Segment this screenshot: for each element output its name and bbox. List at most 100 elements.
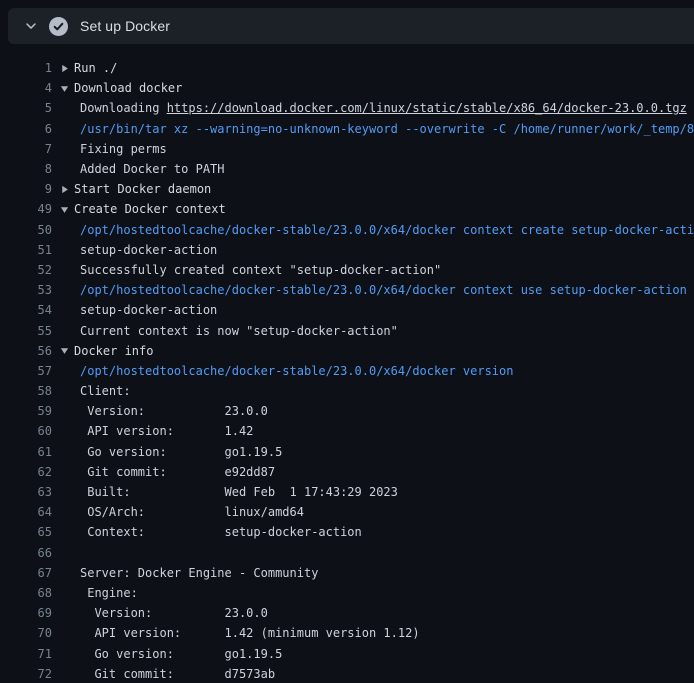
log-line-content: Client:: [60, 384, 694, 398]
group-title: Download docker: [74, 81, 182, 95]
log-row: 68 Engine:: [0, 583, 694, 603]
log-text: Successfully created context "setup-dock…: [80, 263, 441, 277]
log-text: Built: Wed Feb 1 17:43:29 2023: [80, 485, 398, 499]
log-text: OS/Arch: linux/amd64: [80, 505, 304, 519]
log-line-content: Context: setup-docker-action: [60, 525, 694, 539]
line-number-link[interactable]: 67: [0, 566, 52, 580]
log-row: 67 Server: Docker Engine - Community: [0, 563, 694, 583]
line-number-link[interactable]: 51: [0, 243, 52, 257]
log-line-content: Successfully created context "setup-dock…: [60, 263, 694, 277]
line-number-link[interactable]: 59: [0, 404, 52, 418]
log-row: 54 setup-docker-action: [0, 300, 694, 320]
line-number-link[interactable]: 69: [0, 606, 52, 620]
log-group-row[interactable]: 1 Run ./: [0, 58, 694, 78]
log-text: setup-docker-action: [80, 243, 217, 257]
line-number-link[interactable]: 1: [0, 61, 52, 75]
log-text: Downloading: [80, 101, 167, 115]
line-number-link[interactable]: 71: [0, 647, 52, 661]
log-group-row[interactable]: 9 Start Docker daemon: [0, 179, 694, 199]
line-number-link[interactable]: 61: [0, 445, 52, 459]
log-line-content: Engine:: [60, 586, 694, 600]
line-number-link[interactable]: 72: [0, 667, 52, 681]
log-row: 71 Go version: go1.19.5: [0, 643, 694, 663]
log-command-text: /opt/hostedtoolcache/docker-stable/23.0.…: [80, 364, 513, 378]
log-row: 61 Go version: go1.19.5: [0, 442, 694, 462]
line-number-link[interactable]: 8: [0, 162, 52, 176]
log-area: 1 Run ./ 4 Download docker 5 Downloading http…: [0, 44, 694, 683]
log-group-row[interactable]: 56 Docker info: [0, 341, 694, 361]
line-number-link[interactable]: 5: [0, 101, 52, 115]
log-row: 63 Built: Wed Feb 1 17:43:29 2023: [0, 482, 694, 502]
group-title: Start Docker daemon: [74, 182, 211, 196]
line-number-link[interactable]: 70: [0, 626, 52, 640]
log-row: 50/opt/hostedtoolcache/docker-stable/23.…: [0, 220, 694, 240]
log-text: Git commit: d7573ab: [80, 667, 275, 681]
log-text: Engine:: [80, 586, 138, 600]
triangle-right-icon[interactable]: [60, 185, 74, 194]
log-row: 64 OS/Arch: linux/amd64: [0, 502, 694, 522]
triangle-down-icon[interactable]: [60, 205, 74, 214]
line-number-link[interactable]: 66: [0, 546, 52, 560]
log-line-content: /opt/hostedtoolcache/docker-stable/23.0.…: [60, 364, 694, 378]
log-row: 58 Client:: [0, 381, 694, 401]
log-line-content: API version: 1.42: [60, 424, 694, 438]
line-number-link[interactable]: 53: [0, 283, 52, 297]
log-line-content: Download docker: [60, 81, 694, 95]
line-number-link[interactable]: 4: [0, 81, 52, 95]
log-text: Go version: go1.19.5: [80, 647, 282, 661]
group-title: Run ./: [74, 61, 117, 75]
triangle-down-icon[interactable]: [60, 346, 74, 355]
chevron-down-icon[interactable]: [18, 19, 44, 33]
log-command-text: /usr/bin/tar xz --warning=no-unknown-key…: [80, 122, 694, 136]
log-group-row[interactable]: 4 Download docker: [0, 78, 694, 98]
log-line-content: Go version: go1.19.5: [60, 647, 694, 661]
log-line-content: Server: Docker Engine - Community: [60, 566, 694, 580]
log-row: 65 Context: setup-docker-action: [0, 522, 694, 542]
triangle-right-icon[interactable]: [60, 64, 74, 73]
line-number-link[interactable]: 60: [0, 424, 52, 438]
log-line-content: Built: Wed Feb 1 17:43:29 2023: [60, 485, 694, 499]
log-row: 53/opt/hostedtoolcache/docker-stable/23.…: [0, 280, 694, 300]
log-line-content: setup-docker-action: [60, 303, 694, 317]
log-row: 6/usr/bin/tar xz --warning=no-unknown-ke…: [0, 119, 694, 139]
log-row: 70 API version: 1.42 (minimum version 1.…: [0, 623, 694, 643]
line-number-link[interactable]: 62: [0, 465, 52, 479]
log-text: API version: 1.42: [80, 424, 253, 438]
log-line-content: Create Docker context: [60, 202, 694, 216]
line-number-link[interactable]: 49: [0, 202, 52, 216]
line-number-link[interactable]: 50: [0, 223, 52, 237]
log-row: 62 Git commit: e92dd87: [0, 462, 694, 482]
line-number-link[interactable]: 52: [0, 263, 52, 277]
log-link[interactable]: https://download.docker.com/linux/static…: [167, 101, 687, 115]
line-number-link[interactable]: 58: [0, 384, 52, 398]
step-header[interactable]: Set up Docker: [8, 8, 694, 44]
line-number-link[interactable]: 54: [0, 303, 52, 317]
line-number-link[interactable]: 57: [0, 364, 52, 378]
line-number-link[interactable]: 9: [0, 182, 52, 196]
log-text: setup-docker-action: [80, 303, 217, 317]
line-number-link[interactable]: 68: [0, 586, 52, 600]
log-line-content: Current context is now "setup-docker-act…: [60, 324, 694, 338]
line-number-link[interactable]: 64: [0, 505, 52, 519]
line-number-link[interactable]: 63: [0, 485, 52, 499]
triangle-down-icon[interactable]: [60, 84, 74, 93]
log-line-content: API version: 1.42 (minimum version 1.12): [60, 626, 694, 640]
line-number-link[interactable]: 55: [0, 324, 52, 338]
line-number-link[interactable]: 65: [0, 525, 52, 539]
log-line-content: Docker info: [60, 344, 694, 358]
log-line-content: Git commit: e92dd87: [60, 465, 694, 479]
line-number-link[interactable]: 7: [0, 142, 52, 156]
group-title: Docker info: [74, 344, 153, 358]
log-line-content: Downloading https://download.docker.com/…: [60, 101, 694, 115]
log-group-row[interactable]: 49 Create Docker context: [0, 199, 694, 219]
log-row: 57/opt/hostedtoolcache/docker-stable/23.…: [0, 361, 694, 381]
log-text: API version: 1.42 (minimum version 1.12): [80, 626, 420, 640]
line-number-link[interactable]: 56: [0, 344, 52, 358]
log-text: Git commit: e92dd87: [80, 465, 275, 479]
log-line-content: Version: 23.0.0: [60, 606, 694, 620]
line-number-link[interactable]: 6: [0, 122, 52, 136]
log-row: 60 API version: 1.42: [0, 421, 694, 441]
log-row: 5 Downloading https://download.docker.com…: [0, 98, 694, 118]
log-text: Version: 23.0.0: [80, 404, 268, 418]
log-row: 66: [0, 543, 694, 563]
